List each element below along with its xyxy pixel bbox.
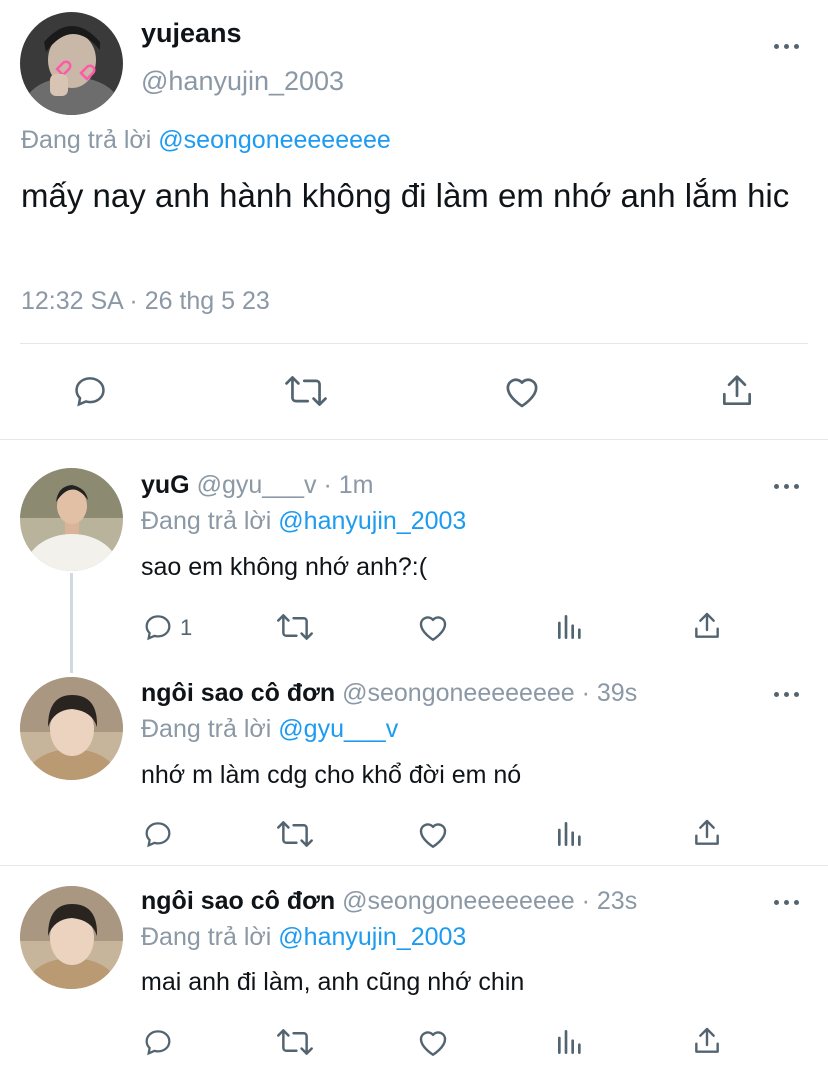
retweet-icon[interactable] xyxy=(284,372,328,410)
divider xyxy=(0,439,828,440)
reply-author-name[interactable]: yuG xyxy=(141,471,190,499)
retweet-icon[interactable] xyxy=(276,1026,314,1058)
replying-prefix: Đang trả lời xyxy=(141,715,272,743)
reply-icon[interactable] xyxy=(142,611,174,643)
avatar-ngoi-sao-co-don[interactable] xyxy=(20,677,123,780)
avatar-ngoi-sao-co-don[interactable] xyxy=(20,886,123,989)
share-icon[interactable] xyxy=(719,372,755,410)
reply-text: sao em không nhớ anh?:( xyxy=(141,553,428,581)
reply-time[interactable]: · 39s xyxy=(582,679,638,707)
analytics-icon[interactable] xyxy=(555,1026,585,1058)
reply-author-handle[interactable]: @gyu___v xyxy=(197,471,317,499)
replying-prefix: Đang trả lời xyxy=(141,507,272,535)
reply-time[interactable]: · 1m xyxy=(323,471,373,499)
replying-to-link[interactable]: @gyu___v xyxy=(278,715,398,743)
like-icon[interactable] xyxy=(502,372,542,410)
replying-to-link[interactable]: @seongoneeeeeeee xyxy=(158,126,391,154)
more-options-icon[interactable] xyxy=(772,41,802,51)
retweet-icon[interactable] xyxy=(276,611,314,643)
share-icon[interactable] xyxy=(692,1025,722,1057)
avatar-yujeans[interactable] xyxy=(20,12,123,115)
like-icon[interactable] xyxy=(416,1026,450,1058)
replying-to-line: Đang trả lời @gyu___v xyxy=(141,715,398,744)
avatar-yug[interactable] xyxy=(20,468,123,571)
replying-to-link[interactable]: @hanyujin_2003 xyxy=(278,923,466,951)
author-handle[interactable]: @hanyujin_2003 xyxy=(141,66,344,97)
thread-line xyxy=(70,573,73,673)
reply-text: mai anh đi làm, anh cũng nhớ chin xyxy=(141,968,525,996)
reply-author-name[interactable]: ngôi sao cô đơn xyxy=(141,679,335,707)
author-name[interactable]: yujeans xyxy=(141,18,242,49)
replying-to-line: Đang trả lời @seongoneeeeeeee xyxy=(21,126,391,155)
reply-header: ngôi sao cô đơn @seongoneeeeeeee · 23s xyxy=(141,887,637,916)
replying-to-line: Đang trả lời @hanyujin_2003 xyxy=(141,923,466,952)
replying-prefix: Đang trả lời xyxy=(141,923,272,951)
tweet-timestamp[interactable]: 12:32 SA · 26 thg 5 23 xyxy=(21,287,270,316)
reply-header: yuG @gyu___v · 1m xyxy=(141,471,373,500)
reply-count: 1 xyxy=(180,615,193,640)
reply-text: nhớ m làm cdg cho khổ đời em nó xyxy=(141,761,522,789)
more-options-icon[interactable] xyxy=(772,689,802,699)
analytics-icon[interactable] xyxy=(555,818,585,850)
more-options-icon[interactable] xyxy=(772,897,802,907)
replying-to-link[interactable]: @hanyujin_2003 xyxy=(278,507,466,535)
replying-to-line: Đang trả lời @hanyujin_2003 xyxy=(141,507,466,536)
reply-icon[interactable] xyxy=(142,818,174,850)
analytics-icon[interactable] xyxy=(555,611,585,643)
divider xyxy=(20,343,808,344)
like-icon[interactable] xyxy=(416,611,450,643)
like-icon[interactable] xyxy=(416,818,450,850)
share-icon[interactable] xyxy=(692,610,722,642)
retweet-icon[interactable] xyxy=(276,818,314,850)
reply-header: ngôi sao cô đơn @seongoneeeeeeee · 39s xyxy=(141,679,637,708)
tweet-text: mấy nay anh hành không đi làm em nhớ anh… xyxy=(21,177,790,214)
reply-author-handle[interactable]: @seongoneeeeeeee xyxy=(342,679,575,707)
share-icon[interactable] xyxy=(692,817,722,849)
reply-icon[interactable] xyxy=(71,372,109,410)
replying-prefix: Đang trả lời xyxy=(21,126,152,154)
divider xyxy=(0,865,828,866)
reply-author-handle[interactable]: @seongoneeeeeeee xyxy=(342,887,575,915)
reply-time[interactable]: · 23s xyxy=(582,887,638,915)
more-options-icon[interactable] xyxy=(772,481,802,491)
reply-author-name[interactable]: ngôi sao cô đơn xyxy=(141,887,335,915)
reply-icon[interactable] xyxy=(142,1026,174,1058)
